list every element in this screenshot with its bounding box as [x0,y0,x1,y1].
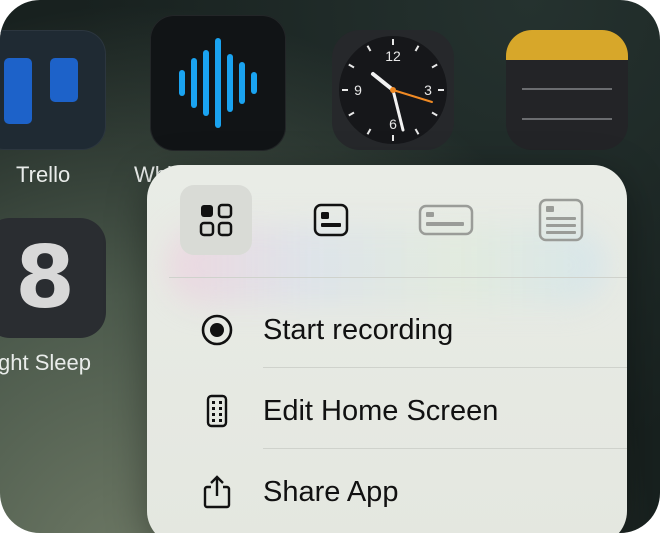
widget-size-large-button[interactable] [525,185,597,255]
trello-column-left [4,58,32,124]
notes-line [522,118,612,120]
share-app-menu-item[interactable]: Share App [147,455,627,529]
night-sleep-app-icon[interactable]: 8 [0,218,106,338]
widget-size-medium-button[interactable] [295,185,367,255]
trello-column-right [50,58,78,102]
clock-number-9: 9 [354,82,362,98]
sleep-digit-glyph: 8 [15,228,75,328]
phone-grid-icon [197,394,237,428]
large-widget-icon [538,198,584,242]
widget-size-wide-button[interactable] [410,185,482,255]
record-icon [197,313,237,347]
notes-line [522,88,612,90]
trello-app-icon[interactable] [0,30,106,150]
whisper-memos-app-icon[interactable] [150,15,286,151]
app-context-menu: Start recording Edit Home Screen Share A… [147,165,627,533]
widget-size-small-button[interactable] [180,185,252,255]
four-squares-icon [199,203,233,237]
start-recording-menu-item[interactable]: Start recording [147,293,627,367]
night-sleep-app-label: ght Sleep [0,350,91,375]
clock-face-icon: 12 3 6 9 [339,36,447,144]
share-app-label: Share App [263,476,399,508]
menu-divider [169,277,627,278]
wide-widget-icon [418,204,474,236]
notes-header-band [506,30,628,60]
small-widget-icon [313,203,349,237]
trello-app-label: Trello [16,162,71,187]
soundwave-icon [179,38,257,128]
clock-number-6: 6 [389,116,397,132]
menu-divider [263,448,627,449]
home-screen: Trello Whisper M [0,0,660,533]
notes-app-icon[interactable] [506,30,628,150]
clock-app-icon[interactable]: 12 3 6 9 [332,30,454,150]
clock-number-12: 12 [385,48,401,64]
edit-home-screen-menu-item[interactable]: Edit Home Screen [147,374,627,448]
menu-divider [263,367,627,368]
edit-home-screen-label: Edit Home Screen [263,395,499,427]
start-recording-label: Start recording [263,314,454,346]
clock-number-3: 3 [424,82,432,98]
share-icon [197,475,237,509]
